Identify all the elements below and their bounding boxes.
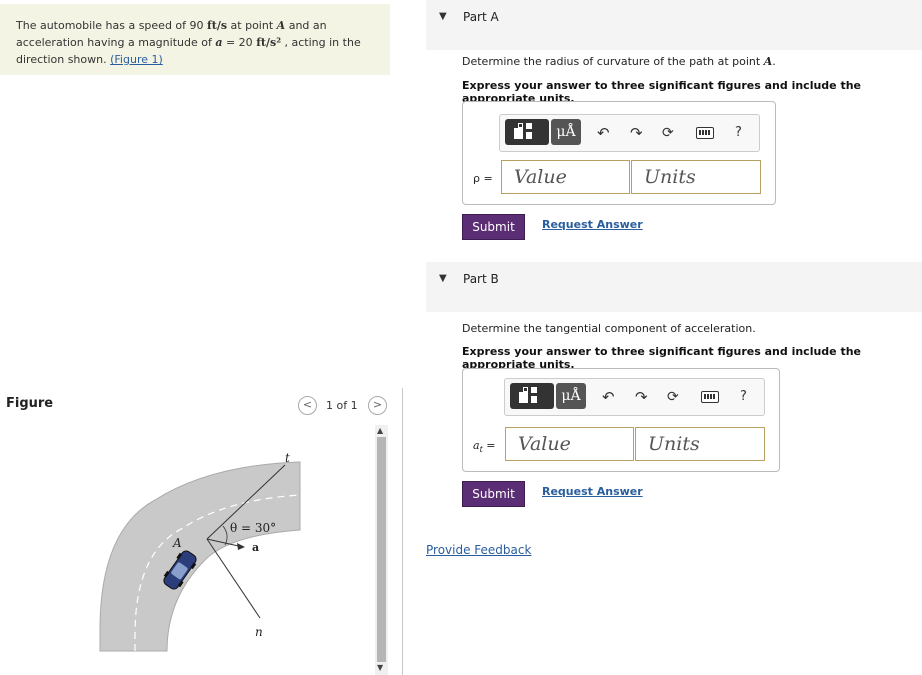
part-a-value-field[interactable] [501,160,630,194]
part-a-units-input[interactable] [632,161,760,193]
a-vector-label: a [252,541,259,554]
reset-icon[interactable]: ⟳ [662,124,674,142]
units-symbol-button[interactable]: μÅ [556,383,586,409]
part-a-question: Determine the radius of curvature of the… [462,55,776,68]
prev-figure-button[interactable]: < [298,396,317,415]
road-shape [99,461,301,652]
part-b-header[interactable]: ▼ Part B [426,262,922,312]
part-b-units-input[interactable] [636,428,764,460]
pane-divider [402,388,403,675]
part-b-toolbar: μÅ ↶ ↷ ⟳ ? [504,378,765,416]
car-on-curve-figure: t n a θ = 30° A [99,451,301,652]
part-a-header[interactable]: ▼ Part A [426,0,922,50]
point-a-label: A [172,536,182,550]
scroll-up-arrow-icon[interactable]: ▲ [377,426,383,435]
next-figure-button[interactable]: > [368,396,387,415]
part-a-answer-box: μÅ ↶ ↷ ⟳ ? ρ = [462,101,776,205]
problem-statement: The automobile has a speed of 90 ft/s at… [0,4,390,75]
figure-scroll-thumb[interactable] [377,437,386,662]
at-label: at = [473,439,496,455]
part-b-request-answer-link[interactable]: Request Answer [542,485,643,498]
figure-link[interactable]: (Figure 1) [110,53,163,66]
part-a-units-field[interactable] [631,160,761,194]
problem-text: The automobile has a speed of 90 ft/s at… [16,19,361,66]
collapse-triangle-icon[interactable]: ▼ [439,11,447,22]
n-label: n [255,625,263,639]
arrowhead-icon [237,543,245,550]
undo-icon[interactable]: ↶ [602,388,615,406]
part-a-label: Part A [463,10,499,24]
collapse-triangle-icon[interactable]: ▼ [439,273,447,284]
rho-label: ρ = [473,172,493,185]
part-a-toolbar: μÅ ↶ ↷ ⟳ ? [499,114,760,152]
scroll-down-arrow-icon[interactable]: ▼ [377,663,383,672]
part-b-units-field[interactable] [635,427,765,461]
redo-icon[interactable]: ↷ [630,124,643,142]
units-symbol-button[interactable]: μÅ [551,119,581,145]
redo-icon[interactable]: ↷ [635,388,648,406]
undo-icon[interactable]: ↶ [597,124,610,142]
part-a-submit-button[interactable]: Submit [462,214,525,240]
provide-feedback-link[interactable]: Provide Feedback [426,543,531,557]
help-button[interactable]: ? [735,124,742,142]
keyboard-icon[interactable] [696,127,714,139]
part-a-value-input[interactable] [502,161,629,193]
figure-title: Figure [6,396,54,411]
part-a-request-answer-link[interactable]: Request Answer [542,218,643,231]
part-b-value-input[interactable] [506,428,633,460]
t-label: t [285,451,290,465]
part-b-label: Part B [463,272,499,286]
part-b-answer-box: μÅ ↶ ↷ ⟳ ? at = [462,368,780,472]
part-b-question: Determine the tangential component of ac… [462,322,756,335]
reset-icon[interactable]: ⟳ [667,388,679,406]
keyboard-icon[interactable] [701,391,719,403]
theta-label: θ = 30° [230,521,276,535]
part-b-value-field[interactable] [505,427,634,461]
templates-icon[interactable] [510,383,554,409]
templates-icon[interactable] [505,119,549,145]
help-button[interactable]: ? [740,388,747,406]
figure-counter: 1 of 1 [326,399,358,412]
part-b-submit-button[interactable]: Submit [462,481,525,507]
